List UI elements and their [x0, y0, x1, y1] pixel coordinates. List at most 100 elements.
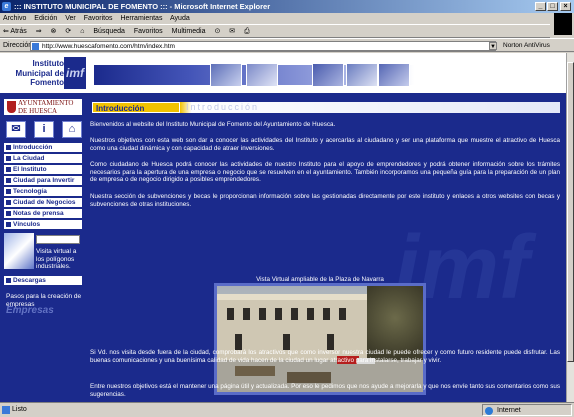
zone-label: Internet [497, 407, 521, 414]
windows-logo [554, 13, 572, 35]
address-label: Dirección [3, 42, 33, 49]
nav-label: Introducción [13, 144, 53, 151]
logo-line-3: Fomento [30, 78, 64, 87]
header-photo-1 [210, 63, 242, 87]
header-photo-3 [312, 63, 344, 87]
mail-button[interactable]: ✉ [229, 28, 235, 35]
page-icon [32, 43, 39, 50]
nav-ciudad-de-negocios[interactable]: Ciudad de Negocios [4, 198, 82, 207]
url-input[interactable]: http://www.huescafomento.com/htm/index.h… [30, 41, 496, 51]
building-window [275, 308, 282, 320]
bullet-icon [6, 178, 11, 183]
bullet-icon [6, 200, 11, 205]
intro-paragraph-1: Bienvenidos al website del Instituto Mun… [90, 121, 336, 128]
nav-label: La Ciudad [13, 155, 45, 162]
section-header-bar: Introducción [180, 102, 560, 113]
nav-introduccion[interactable]: Introducción [4, 143, 82, 152]
building-window [291, 308, 298, 320]
building-window [307, 308, 314, 320]
huesca-crest-icon [7, 101, 16, 113]
home-icon[interactable]: ⌂ [62, 121, 82, 138]
menu-archivo[interactable]: Archivo [3, 15, 26, 22]
site-logo-text[interactable]: Instituto Municipal de Fomento [4, 59, 64, 88]
virtual-visit-text: Visita virtual a los polígonos industria… [36, 248, 77, 270]
site-header: Instituto Municipal de Fomento imf [0, 53, 566, 93]
browser-toolbar: ⇐ Atrás ⇒ ⊗ ⟳ ⌂ Búsqueda Favoritos Multi… [0, 24, 550, 38]
web-page: Instituto Municipal de Fomento imf AYUNT… [0, 53, 566, 402]
nav-descargas[interactable]: Descargas [4, 276, 82, 285]
home-button[interactable]: ⌂ [80, 28, 84, 35]
nav-ciudad-para-invertir[interactable]: Ciudad para Invertir [4, 176, 82, 185]
address-bar: Dirección http://www.huescafomento.com/h… [0, 38, 574, 52]
building-door [327, 334, 334, 350]
scrollbar-thumb[interactable] [567, 62, 574, 362]
url-text: http://www.huescafomento.com/htm/index.h… [42, 43, 175, 50]
header-photo-2 [246, 63, 278, 87]
nav-label: Notas de prensa [13, 210, 64, 217]
back-button[interactable]: ⇐ Atrás [3, 28, 27, 35]
intro-paragraph-5: Si Vd. nos visita desde fuera de la ciud… [90, 349, 560, 364]
print-button[interactable]: ⎙ [244, 28, 250, 35]
empresas-banner[interactable]: Empresas [6, 305, 84, 316]
mail-icon[interactable]: ✉ [6, 121, 26, 138]
plaza-navarra-photo[interactable] [214, 283, 426, 395]
nav-label: Descargas [13, 277, 46, 284]
bench [287, 372, 331, 383]
chevron-down-icon[interactable]: ▼ [489, 42, 497, 50]
menu-ver[interactable]: Ver [65, 15, 76, 22]
nav-el-instituto[interactable]: El Instituto [4, 165, 82, 174]
ayuntamiento-logo[interactable]: AYUNTAMIENTO DE HUESCA [4, 99, 82, 115]
nav-label: Vínculos [13, 221, 41, 228]
nav-la-ciudad[interactable]: La Ciudad [4, 154, 82, 163]
sidebar: AYUNTAMIENTO DE HUESCA ✉ i ⌂ Introducció… [0, 93, 84, 402]
maximize-button[interactable]: □ [547, 2, 558, 11]
nav-tecnologia[interactable]: Tecnología [4, 187, 82, 196]
media-button[interactable]: Multimedia [172, 28, 206, 35]
bullet-icon [6, 189, 11, 194]
building-door [283, 334, 290, 350]
bullet-icon [6, 145, 11, 150]
bullet-icon [6, 167, 11, 172]
forward-button[interactable]: ⇒ [36, 28, 42, 35]
map-thumbnail [4, 233, 34, 269]
window-title: ::: INSTITUTO MUNICIPAL DE FOMENTO ::: -… [14, 2, 271, 11]
norton-antivirus-button[interactable]: Norton AntiVirus [503, 39, 550, 52]
info-icon[interactable]: i [34, 121, 54, 138]
nav-label: Ciudad para Invertir [13, 177, 75, 184]
menu-herramientas[interactable]: Herramientas [120, 15, 162, 22]
building-window [339, 308, 346, 320]
intro-paragraph-3: Como ciudadano de Huesca podrá conocer l… [90, 161, 560, 183]
search-button[interactable]: Búsqueda [93, 28, 125, 35]
logo-line-1: Instituto [32, 59, 64, 68]
status-text: Listo [12, 406, 27, 413]
menu-favoritos[interactable]: Favoritos [84, 15, 113, 22]
page-status-icon [2, 406, 10, 414]
nav-notas-de-prensa[interactable]: Notas de prensa [4, 209, 82, 218]
close-button[interactable]: × [560, 2, 571, 11]
bench [235, 366, 275, 376]
stop-button[interactable]: ⊗ [51, 28, 57, 35]
building-window [323, 308, 330, 320]
bullet-icon [6, 278, 11, 283]
virtual-visit-link[interactable]: Visita virtual a los polígonos industria… [4, 233, 82, 271]
bullet-icon [6, 211, 11, 216]
nav-vinculos[interactable]: Vínculos [4, 220, 82, 229]
imf-logo[interactable]: imf [64, 57, 86, 89]
building-cornice [217, 294, 377, 300]
menu-edicion[interactable]: Edición [34, 15, 57, 22]
visit-search-input[interactable] [36, 235, 80, 244]
main-content: imf Introducción Introducción Bienvenido… [84, 93, 566, 402]
menu-ayuda[interactable]: Ayuda [170, 15, 190, 22]
globe-icon [485, 407, 493, 415]
refresh-button[interactable]: ⟳ [65, 28, 71, 35]
building-window [259, 308, 266, 320]
vertical-scrollbar[interactable] [566, 53, 574, 402]
menu-bar: Archivo Edición Ver Favoritos Herramient… [0, 13, 574, 24]
bullet-icon [6, 222, 11, 227]
ayuntamiento-line-1: AYUNTAMIENTO [18, 99, 74, 107]
minimize-button[interactable]: _ [535, 2, 546, 11]
intro-paragraph-2: Nuestros objetivos con esta web son dar … [90, 137, 560, 152]
history-button[interactable]: ⊙ [214, 28, 220, 35]
favorites-button[interactable]: Favoritos [134, 28, 163, 35]
nav-label: El Instituto [13, 166, 47, 173]
